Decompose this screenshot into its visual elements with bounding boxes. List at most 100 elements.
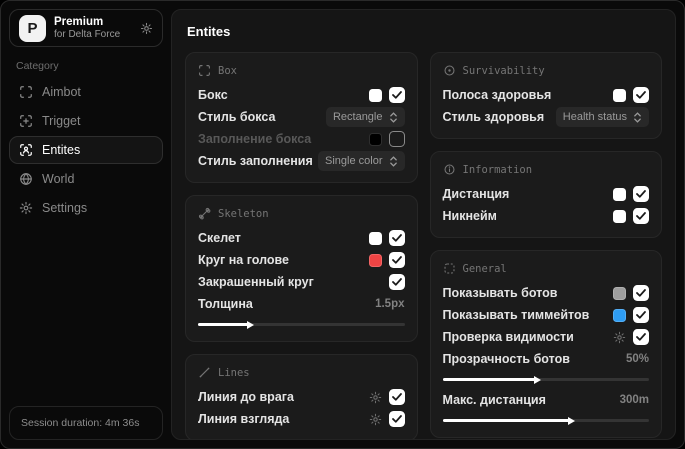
color-swatch[interactable] <box>368 253 382 267</box>
setting-row-max-distance: Макс. дистанция 300m <box>442 389 649 425</box>
card-title: Survivability <box>462 64 545 77</box>
logo-badge: P <box>19 14 46 42</box>
setting-row-box-fill: Заполнение бокса <box>198 128 405 150</box>
app-window: P Premium for Delta Force Category Aimbo… <box>0 0 685 449</box>
checkbox-nickname[interactable] <box>633 208 649 224</box>
checkbox-box-fill[interactable] <box>388 131 405 147</box>
checkbox-enemy-line[interactable] <box>388 389 405 405</box>
logo-card: P Premium for Delta Force <box>9 9 163 47</box>
sidebar-item-label: Settings <box>42 201 88 215</box>
bot-opacity-value: 50% <box>625 353 649 365</box>
setting-row-thickness: Толщина 1.5px <box>198 293 405 329</box>
information-card: Information Дистанция Никнейм <box>429 151 662 238</box>
info-icon <box>443 163 456 176</box>
setting-row-nickname: Никнейм <box>443 205 649 227</box>
sidebar-item-label: Aimbot <box>42 85 81 99</box>
slider-thumb[interactable] <box>567 416 575 425</box>
sidebar-item-label: Trigget <box>42 114 81 128</box>
thickness-slider[interactable] <box>198 320 405 329</box>
setting-row-skeleton-enable: Скелет <box>198 227 405 249</box>
sidebar-item-label: Entites <box>42 143 81 157</box>
sidebar-item-world[interactable]: World <box>9 165 163 193</box>
setting-row-head-circle: Круг на голове <box>198 249 405 271</box>
page-title: Entites <box>187 24 231 39</box>
view-line-settings-icon[interactable] <box>369 413 382 426</box>
chevron-up-down-icon <box>633 111 642 123</box>
setting-row-filled-circle: Закрашенный круг <box>198 271 405 293</box>
thickness-value: 1.5px <box>375 298 405 310</box>
checkbox-distance[interactable] <box>633 186 649 202</box>
session-duration-label: Session duration: 4m 36s <box>21 417 140 429</box>
bot-opacity-slider[interactable] <box>442 375 649 384</box>
checkbox-head-circle[interactable] <box>388 252 405 268</box>
slider-thumb[interactable] <box>246 320 254 329</box>
target-dot-icon <box>443 64 456 77</box>
general-card: General Показывать ботов Показывать тимм… <box>429 250 662 438</box>
card-title: Skeleton <box>218 207 269 220</box>
aimbot-icon <box>19 85 33 99</box>
color-swatch[interactable] <box>368 88 382 102</box>
max-distance-slider[interactable] <box>442 416 649 425</box>
checkbox-filled-circle[interactable] <box>388 274 405 290</box>
bone-icon <box>198 207 211 220</box>
color-swatch[interactable] <box>368 231 382 245</box>
color-swatch[interactable] <box>613 187 626 201</box>
entities-icon <box>19 143 33 157</box>
box-icon <box>198 64 211 77</box>
checkbox-show-teammates[interactable] <box>633 307 649 323</box>
sidebar-item-entites[interactable]: Entites <box>9 136 163 164</box>
fill-style-select[interactable]: Single color <box>318 151 405 171</box>
logo-settings-icon[interactable] <box>140 22 153 35</box>
setting-row-view-line: Линия взгляда <box>198 408 405 430</box>
enemy-line-settings-icon[interactable] <box>369 391 382 404</box>
card-title: General <box>462 262 507 275</box>
logo-subtitle: for Delta Force <box>54 28 121 40</box>
skeleton-card: Skeleton Скелет Круг на голове Закрашенн… <box>185 195 418 342</box>
chevron-up-down-icon <box>389 111 398 123</box>
box-style-select[interactable]: Rectangle <box>325 107 405 127</box>
color-swatch[interactable] <box>613 286 626 300</box>
sidebar: P Premium for Delta Force Category Aimbo… <box>1 1 171 448</box>
card-title: Box <box>218 64 237 77</box>
visibility-settings-icon[interactable] <box>613 331 626 344</box>
checkbox-show-bots[interactable] <box>633 285 649 301</box>
lines-card: Lines Линия до врага Линия взгляда <box>185 354 418 439</box>
trigger-icon <box>19 114 33 128</box>
color-swatch[interactable] <box>613 209 626 223</box>
checkbox-visibility-check[interactable] <box>633 329 649 345</box>
box-card: Box Бокс Стиль бокса Rectangle Заполнени… <box>185 52 418 183</box>
setting-row-health-bar: Полоса здоровья <box>443 84 649 106</box>
category-label: Category <box>16 60 59 72</box>
sidebar-item-trigget[interactable]: Trigget <box>9 107 163 135</box>
card-title: Lines <box>218 366 250 379</box>
color-swatch[interactable] <box>613 88 626 102</box>
setting-row-bot-opacity: Прозрачность ботов 50% <box>442 348 649 384</box>
setting-row-distance: Дистанция <box>443 183 649 205</box>
setting-row-show-bots: Показывать ботов <box>443 282 649 304</box>
color-swatch[interactable] <box>613 308 626 322</box>
gear-icon <box>19 201 33 215</box>
checkbox-skeleton[interactable] <box>388 230 405 246</box>
checkbox-health-bar[interactable] <box>633 87 649 103</box>
card-title: Information <box>462 163 533 176</box>
sidebar-item-aimbot[interactable]: Aimbot <box>9 78 163 106</box>
survivability-card: Survivability Полоса здоровья Стиль здор… <box>429 52 662 139</box>
color-swatch[interactable] <box>368 132 382 146</box>
logo-title: Premium <box>54 15 104 28</box>
checkbox-box-enable[interactable] <box>388 87 405 103</box>
setting-row-box-enable: Бокс <box>198 84 405 106</box>
main-panel: Entites Box Бокс Стиль бокса Rectangle З… <box>171 9 676 440</box>
max-distance-value: 300m <box>619 394 649 406</box>
sidebar-item-settings[interactable]: Settings <box>9 194 163 222</box>
session-duration: Session duration: 4m 36s <box>9 406 163 440</box>
chevron-up-down-icon <box>389 155 398 167</box>
slider-thumb[interactable] <box>534 375 542 384</box>
setting-row-enemy-line: Линия до врага <box>198 386 405 408</box>
sidebar-item-label: World <box>42 172 75 186</box>
setting-row-show-teammates: Показывать тиммейтов <box>443 304 649 326</box>
line-icon <box>198 366 211 379</box>
checkbox-view-line[interactable] <box>388 411 405 427</box>
setting-row-visibility-check: Проверка видимости <box>443 326 649 348</box>
setting-row-box-style: Стиль бокса Rectangle <box>198 106 405 128</box>
health-style-select[interactable]: Health status <box>555 107 649 127</box>
